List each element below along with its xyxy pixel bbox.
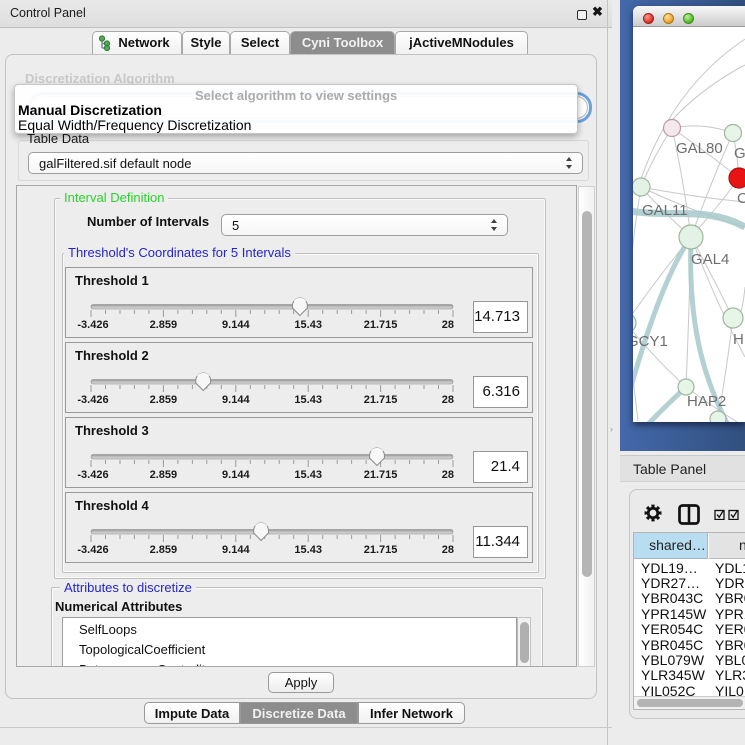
svg-text:GA: GA — [734, 145, 745, 162]
svg-text:21.715: 21.715 — [364, 394, 398, 406]
svg-text:21.715: 21.715 — [364, 319, 398, 331]
svg-text:9.144: 9.144 — [222, 319, 250, 331]
svg-text:15.43: 15.43 — [294, 544, 322, 556]
svg-text:15.43: 15.43 — [294, 319, 322, 331]
svg-text:GCY1: GCY1 — [633, 333, 668, 350]
svg-text:2.859: 2.859 — [150, 469, 178, 481]
svg-text:2.859: 2.859 — [150, 544, 178, 556]
svg-text:28: 28 — [442, 319, 454, 331]
svg-text:-3.426: -3.426 — [77, 469, 108, 481]
svg-text:GAL80: GAL80 — [676, 140, 723, 157]
svg-text:GAL11: GAL11 — [642, 202, 688, 219]
svg-text:21.715: 21.715 — [364, 469, 398, 481]
svg-text:-3.426: -3.426 — [77, 394, 108, 406]
svg-text:C: C — [737, 190, 745, 207]
svg-text:H: H — [733, 331, 744, 348]
svg-text:9.144: 9.144 — [222, 544, 250, 556]
svg-text:28: 28 — [442, 394, 454, 406]
svg-text:9.144: 9.144 — [222, 394, 250, 406]
svg-text:28: 28 — [442, 469, 454, 481]
svg-text:15.43: 15.43 — [294, 469, 322, 481]
svg-text:15.43: 15.43 — [294, 394, 322, 406]
svg-text:2.859: 2.859 — [150, 394, 178, 406]
svg-text:2.859: 2.859 — [150, 319, 178, 331]
svg-text:21.715: 21.715 — [364, 544, 398, 556]
svg-text:GAL4: GAL4 — [691, 251, 729, 268]
svg-text:-3.426: -3.426 — [77, 544, 108, 556]
svg-text:-3.426: -3.426 — [77, 319, 108, 331]
svg-text:9.144: 9.144 — [222, 469, 250, 481]
svg-text:HAP2: HAP2 — [687, 393, 726, 410]
svg-text:28: 28 — [442, 544, 454, 556]
